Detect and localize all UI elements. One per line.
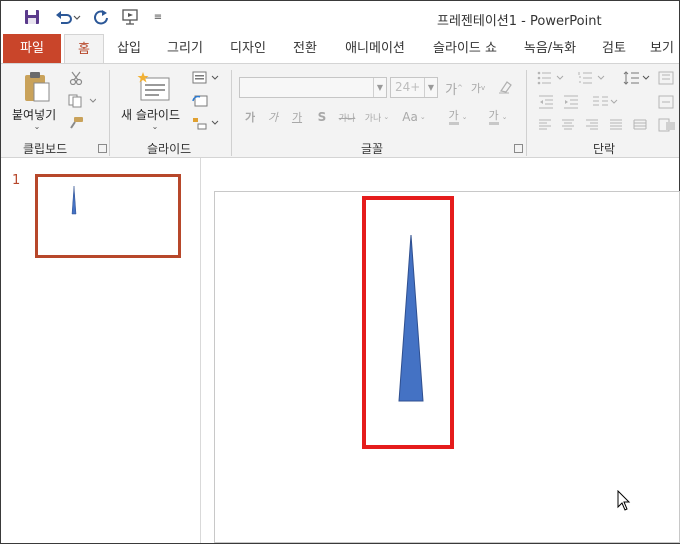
shrink-font-button[interactable]: 가v — [469, 79, 487, 97]
thumbnail-shape — [71, 185, 77, 215]
reset-icon[interactable] — [191, 93, 209, 109]
bold-button[interactable]: 가 — [242, 108, 258, 126]
paste-icon[interactable] — [19, 70, 55, 104]
paste-dropdown-icon[interactable]: ⌄ — [31, 121, 43, 131]
italic-button[interactable]: 가 — [265, 108, 281, 126]
tab-home[interactable]: 홈 — [64, 34, 104, 64]
tab-transitions[interactable]: 전환 — [285, 34, 325, 63]
align-text-icon[interactable] — [656, 94, 676, 110]
font-size-value: 24+ — [395, 80, 421, 94]
align-right-icon[interactable] — [583, 117, 601, 133]
tab-view[interactable]: 보기 — [645, 34, 679, 63]
redo-icon[interactable] — [91, 7, 111, 27]
shrink-font-label: 가 — [470, 82, 481, 95]
new-slide-icon[interactable] — [136, 70, 172, 104]
chevron-down-icon: ⌄ — [461, 113, 468, 121]
slides-group-label: 슬라이드 — [147, 142, 192, 156]
tab-review[interactable]: 검토 — [595, 34, 633, 63]
strikethrough-button[interactable]: 가나 — [336, 108, 358, 126]
font-dialog-launcher-icon[interactable] — [514, 144, 523, 153]
mouse-cursor-icon — [617, 490, 631, 511]
window-title: 프레젠테이션1 - PowerPoint — [437, 14, 602, 29]
decrease-indent-icon[interactable] — [536, 94, 556, 110]
font-group-label: 글꼴 — [361, 142, 384, 156]
numbering-icon[interactable] — [577, 70, 609, 86]
text-direction-icon[interactable] — [656, 70, 676, 86]
chevron-down-icon: ⌄ — [383, 113, 390, 121]
grow-font-button[interactable]: 가 ^ — [445, 79, 463, 98]
tab-record[interactable]: 녹음/녹화 — [517, 34, 583, 63]
chevron-down-icon: ⌄ — [419, 113, 426, 121]
grow-font-label: 가 — [445, 82, 458, 98]
font-name-combo[interactable]: ▼ — [239, 77, 387, 98]
justify-icon[interactable] — [607, 117, 625, 133]
start-from-beginning-icon[interactable] — [119, 7, 141, 27]
smartart-icon[interactable] — [656, 117, 678, 133]
slide-editing-area-top — [201, 158, 679, 191]
change-case-label: Aa — [402, 110, 418, 124]
distributed-icon[interactable] — [631, 117, 649, 133]
tab-animations[interactable]: 애니메이션 — [337, 34, 413, 63]
tab-slideshow[interactable]: 슬라이드 쇼 — [425, 34, 505, 63]
font-name-dropdown-icon[interactable]: ▼ — [373, 78, 386, 97]
title-bar: ≡ 프레젠테이션1 - PowerPoint — [1, 1, 679, 34]
copy-icon[interactable] — [67, 93, 97, 109]
slide-number: 1 — [12, 173, 21, 188]
tab-file[interactable]: 파일 — [3, 34, 61, 63]
text-shadow-button[interactable]: S — [314, 108, 330, 126]
clipboard-dialog-launcher-icon[interactable] — [98, 144, 107, 153]
layout-icon[interactable] — [191, 70, 221, 86]
cut-icon[interactable] — [67, 70, 85, 86]
ribbon-tabs: 파일 홈 삽입 그리기 디자인 전환 애니메이션 슬라이드 쇼 녹음/녹화 검토… — [1, 34, 679, 64]
chevron-down-icon: ⌄ — [501, 113, 508, 121]
font-size-dropdown-icon[interactable]: ▼ — [424, 78, 437, 97]
line-spacing-icon[interactable] — [622, 70, 654, 86]
highlight-color-button[interactable]: 가 ⌄ — [443, 108, 473, 126]
slide-editing-area-left — [201, 191, 214, 543]
undo-icon[interactable] — [53, 7, 83, 27]
tab-insert[interactable]: 삽입 — [109, 34, 149, 63]
new-slide-dropdown-icon[interactable]: ⌄ — [149, 121, 161, 131]
tab-draw[interactable]: 그리기 — [161, 34, 209, 63]
character-spacing-button[interactable]: 가나 ⌄ — [362, 108, 392, 126]
font-color-label: 가 — [488, 109, 499, 125]
group-divider — [109, 70, 110, 156]
character-spacing-label: 가나 — [364, 113, 382, 124]
section-icon[interactable] — [191, 115, 221, 131]
change-case-button[interactable]: Aa ⌄ — [399, 108, 429, 126]
align-center-icon[interactable] — [559, 117, 577, 133]
selection-highlight-box — [362, 196, 454, 449]
clear-formatting-icon[interactable] — [495, 77, 515, 97]
ribbon-home: 붙여넣기 ⌄ 클립보드 새 슬라이드 ⌄ 슬라이드 ▼ 24+ ▼ 가 ^ 가v … — [1, 63, 679, 158]
font-color-button[interactable]: 가 ⌄ — [483, 108, 513, 126]
save-icon[interactable] — [21, 7, 43, 27]
group-divider — [526, 70, 527, 156]
clipboard-group-label: 클립보드 — [23, 142, 68, 156]
group-divider — [231, 70, 232, 156]
highlight-label: 가 — [448, 109, 459, 125]
bullets-icon[interactable] — [536, 70, 568, 86]
slide-thumbnail[interactable] — [35, 174, 181, 258]
columns-icon[interactable] — [591, 94, 619, 110]
paragraph-group-label: 단락 — [593, 142, 616, 156]
increase-indent-icon[interactable] — [561, 94, 581, 110]
font-size-combo[interactable]: 24+ ▼ — [390, 77, 438, 98]
customize-qat-icon[interactable]: ≡ — [151, 7, 165, 27]
underline-button[interactable]: 가 — [289, 108, 305, 126]
tab-design[interactable]: 디자인 — [223, 34, 273, 63]
align-left-icon[interactable] — [536, 117, 554, 133]
format-painter-icon[interactable] — [67, 115, 85, 131]
